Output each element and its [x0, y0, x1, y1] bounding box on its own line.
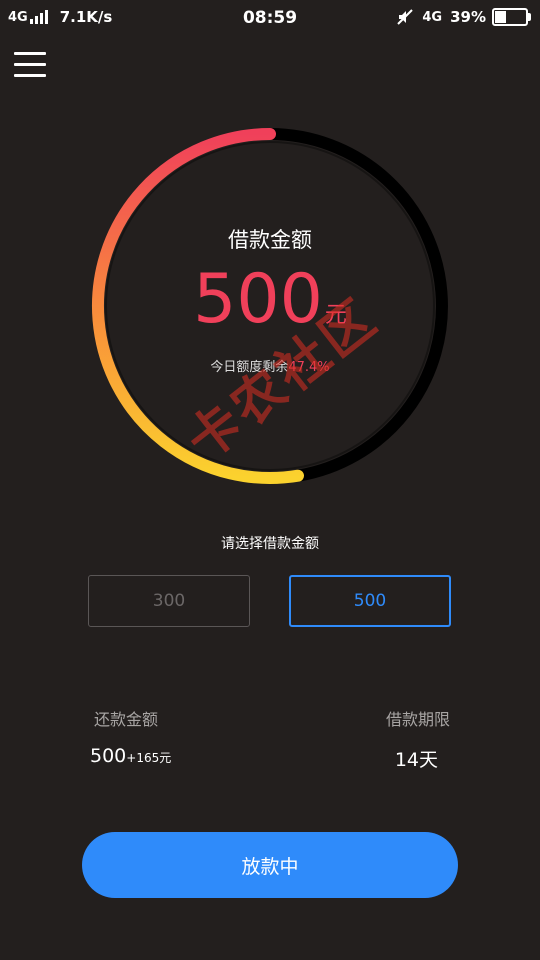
repayment-interest: +165元	[126, 751, 172, 765]
term-label: 借款期限	[385, 710, 450, 729]
gauge-title: 借款金额	[228, 228, 312, 252]
remaining-quota-percent: 47.4%	[288, 360, 330, 375]
loan-amount-unit: 元	[324, 303, 347, 328]
repayment-value: 500+165元	[90, 745, 171, 767]
amount-option-300[interactable]: 300	[88, 575, 250, 627]
loan-amount-value: 500	[193, 260, 323, 339]
term-value: 14天	[394, 749, 438, 771]
loan-amount: 500元	[0, 262, 540, 338]
repayment-principal: 500	[90, 745, 127, 767]
choose-amount-label: 请选择借款金额	[221, 536, 319, 552]
amount-option-500[interactable]: 500	[289, 575, 451, 627]
remaining-quota: 今日额度剩余47.4%	[0, 356, 540, 375]
disbursing-button[interactable]: 放款中	[82, 832, 458, 898]
remaining-quota-label: 今日额度剩余	[210, 360, 289, 375]
repayment-label: 还款金额	[94, 710, 159, 729]
